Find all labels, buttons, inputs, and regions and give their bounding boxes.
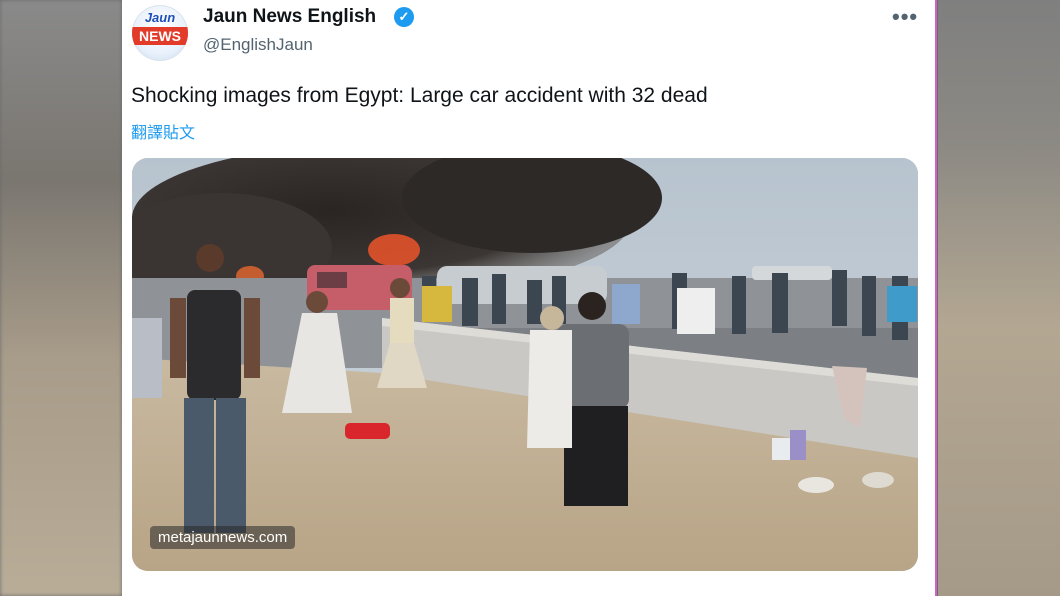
tweet-card: Jaun NEWS Jaun News English ✓ @EnglishJa… (122, 0, 935, 596)
author-handle[interactable]: @EnglishJaun (203, 35, 313, 55)
frame-edge (935, 0, 937, 596)
translate-post-link[interactable]: 翻譯貼文 (131, 119, 195, 143)
media-watermark: metajaunnews.com (150, 526, 296, 549)
verified-badge-icon: ✓ (394, 7, 414, 27)
accident-scene-image (132, 158, 918, 571)
blurred-background-right (938, 0, 1060, 596)
avatar-logo-text: Jaun (144, 10, 176, 25)
more-options-icon[interactable]: ••• (892, 4, 918, 30)
tweet-text: Shocking images from Egypt: Large car ac… (131, 84, 708, 107)
tweet-media-image[interactable]: metajaunnews.com (132, 158, 918, 571)
blurred-background-left (0, 0, 122, 596)
author-name[interactable]: Jaun News English (203, 6, 376, 28)
avatar-logo-bar: NEWS (132, 27, 188, 45)
avatar[interactable]: Jaun NEWS (132, 5, 188, 61)
